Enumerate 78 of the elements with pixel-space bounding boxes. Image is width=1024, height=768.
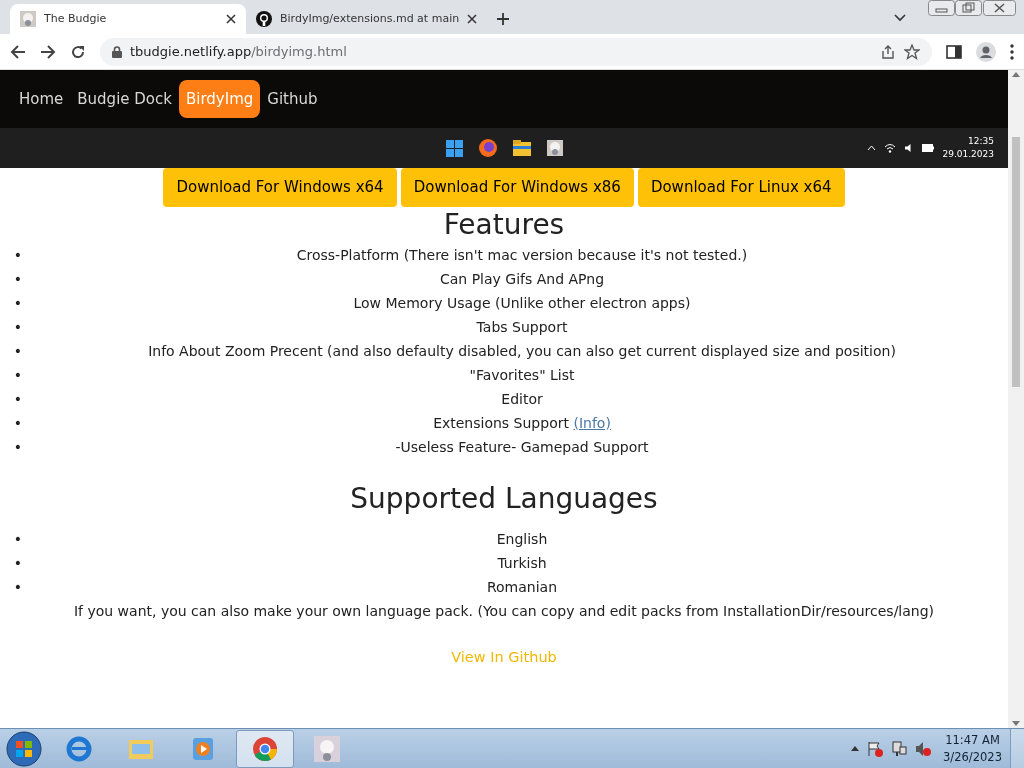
feature-text: Extensions Support: [433, 414, 569, 431]
chevron-up-icon: [867, 145, 877, 151]
clock-date: 29.01.2023: [942, 148, 994, 161]
star-icon[interactable]: [904, 43, 920, 60]
feature-text: "Favorites" List: [469, 366, 575, 383]
language-text: Romanian: [486, 578, 558, 595]
language-text: English: [496, 530, 548, 547]
browser-tab[interactable]: BirdyImg/extensions.md at main: [246, 4, 482, 34]
address-bar[interactable]: tbudgie.netlify.app/birdyimg.html: [100, 37, 932, 66]
bullet: •: [12, 341, 24, 361]
taskbar-button[interactable]: [236, 729, 294, 768]
window-controls-drawing[interactable]: [928, 0, 1016, 18]
bullet: •: [12, 317, 24, 337]
speaker-icon[interactable]: [915, 740, 932, 757]
folder-icon: [512, 140, 531, 156]
side-panel-icon[interactable]: [946, 43, 962, 60]
network-icon[interactable]: [891, 740, 908, 757]
scrollbar[interactable]: [1008, 70, 1024, 728]
scroll-up-icon: [1012, 72, 1020, 77]
bullet: •: [12, 529, 24, 549]
feature-text: Info About Zoom Precent (and also defaulty disabled, you can also get current displayed size and position): [148, 342, 896, 359]
bullet: •: [12, 269, 24, 289]
info-link[interactable]: (Info): [573, 414, 611, 431]
bird-icon: [546, 140, 563, 156]
profile-icon[interactable]: [976, 41, 996, 62]
browser-icon: [252, 735, 278, 762]
back-icon[interactable]: [10, 43, 26, 60]
url-text: tbudgie.netlify.app/birdyimg.html: [130, 42, 348, 61]
feature-text: -Useless Feature- Gamepad Support: [395, 438, 649, 455]
bird-icon: [314, 735, 340, 762]
menu-icon[interactable]: [1010, 43, 1014, 60]
bullet: •: [12, 365, 24, 385]
clock-time[interactable]: 11:47 AM: [943, 732, 1002, 749]
bullet: •: [12, 437, 24, 457]
bird-icon: [20, 11, 36, 27]
plus-icon[interactable]: [496, 12, 510, 26]
bullet: •: [12, 245, 24, 265]
scrollbar-thumb[interactable]: [1012, 137, 1020, 387]
clock-time: 12:35: [967, 135, 994, 148]
reload-icon[interactable]: [70, 43, 86, 60]
close-icon[interactable]: [467, 14, 478, 24]
feature-text: Can Play Gifs And APng: [439, 270, 605, 287]
feature-text: Editor: [501, 390, 543, 407]
feature-text: Cross-Platform (There isn't mac version because it's not tested.): [296, 246, 748, 263]
windows-logo-icon: [445, 139, 463, 157]
download-button[interactable]: Download For Windows x64: [163, 168, 397, 207]
nav-link[interactable]: Github: [260, 79, 325, 119]
bullet: •: [12, 553, 24, 573]
media-player-icon: [190, 735, 216, 762]
share-icon[interactable]: [880, 43, 896, 60]
lock-icon: [112, 45, 122, 58]
section-heading: Features: [442, 206, 566, 243]
battery-icon: [922, 144, 935, 152]
clock-date[interactable]: 3/26/2023: [943, 748, 1002, 765]
language-text: Turkish: [497, 554, 547, 571]
scroll-down-icon: [1012, 721, 1020, 726]
bullet: •: [12, 389, 24, 409]
feature-text: Tabs Support: [476, 318, 568, 335]
flag-icon[interactable]: [867, 740, 884, 757]
start-button-icon[interactable]: [6, 730, 42, 767]
bullet: •: [12, 413, 24, 433]
browser-tab[interactable]: The Budgie: [10, 4, 246, 34]
download-button[interactable]: Download For Linux x64: [637, 168, 845, 207]
bullet: •: [12, 577, 24, 597]
bullet: •: [12, 293, 24, 313]
nav-link[interactable]: Budgie Dock: [70, 79, 179, 119]
nav-link[interactable]: Home: [12, 79, 71, 119]
chevron-up-icon[interactable]: [851, 746, 860, 751]
download-button[interactable]: Download For Windows x86: [400, 168, 634, 207]
forward-icon[interactable]: [40, 43, 56, 60]
section-heading: Supported Languages: [349, 480, 659, 517]
chevron-down-icon[interactable]: [894, 14, 906, 22]
feature-text: Low Memory Usage (Unlike other electron apps): [353, 294, 691, 311]
browser-icon: [66, 735, 92, 762]
close-icon[interactable]: [226, 14, 236, 24]
language-note: If you want, you can also make your own language pack. (You can copy and edit packs from InstallationDir/resources/lang): [72, 601, 936, 621]
wifi-icon: [884, 143, 897, 153]
browser-icon: [478, 139, 497, 157]
